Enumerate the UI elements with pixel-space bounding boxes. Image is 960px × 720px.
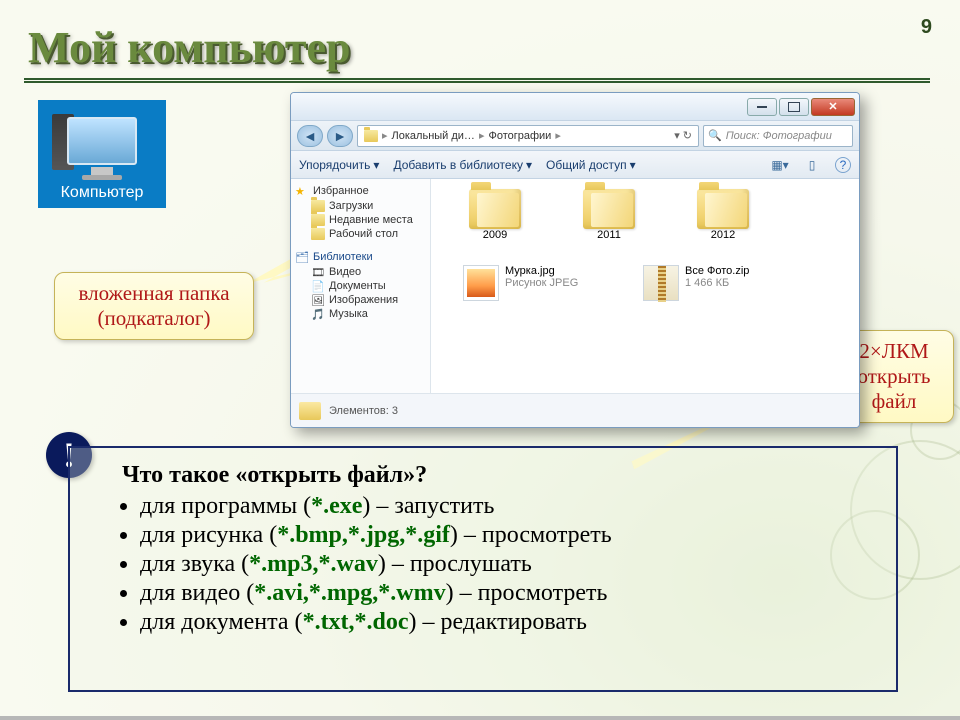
documents-icon: 📄 <box>311 280 325 292</box>
title-underline <box>24 78 930 83</box>
breadcrumb-sep: ▸ <box>382 129 388 142</box>
page-number: 9 <box>921 16 932 39</box>
folder-icon <box>299 402 321 420</box>
pictures-icon: 🖼 <box>311 294 325 306</box>
folder-item[interactable]: 2009 <box>463 189 527 241</box>
folder-icon <box>469 189 521 229</box>
monitor-base <box>82 175 122 180</box>
search-input[interactable]: 🔍 Поиск: Фотографии <box>703 125 853 147</box>
note-item: для видео (*.avi,*.mpg,*.wmv) – просмотр… <box>140 580 880 607</box>
callout-line: 2×ЛКМ <box>849 339 939 364</box>
file-item-archive[interactable]: Все Фото.zip 1 466 КБ <box>643 265 793 301</box>
chevron-down-icon: ▾ <box>526 158 532 172</box>
file-desc: Рисунок JPEG <box>505 277 578 289</box>
file-name: Все Фото.zip <box>685 265 749 277</box>
chevron-down-icon: ▾ <box>373 158 379 172</box>
nav-back-button[interactable]: ◄ <box>297 125 323 147</box>
note-item: для документа (*.txt,*.doc) – редактиров… <box>140 609 880 636</box>
close-button[interactable] <box>811 98 855 116</box>
folder-label: 2009 <box>483 229 507 241</box>
note-list: для программы (*.exe) – запустить для ри… <box>140 493 880 636</box>
callout-line: (подкаталог) <box>69 306 239 331</box>
chevron-down-icon: ▾ <box>630 158 636 172</box>
computer-icon-label: Компьютер <box>61 184 144 202</box>
callout-line: файл <box>849 389 939 414</box>
sidebar-favorites-header[interactable]: ★Избранное <box>295 185 426 197</box>
view-mode-icon[interactable]: ▦▾ <box>771 157 789 173</box>
music-icon: 🎵 <box>311 308 325 320</box>
note-question: Что такое «открыть файл»? <box>122 462 880 489</box>
toolbar-organize[interactable]: Упорядочить▾ <box>299 158 379 172</box>
minimize-button[interactable] <box>747 98 777 116</box>
breadcrumb[interactable]: ▸ Локальный ди… ▸ Фотографии ▸ ▾ ↻ <box>357 125 699 147</box>
maximize-button[interactable] <box>779 98 809 116</box>
status-bar: Элементов: 3 <box>291 393 859 427</box>
search-icon: 🔍 <box>708 129 722 142</box>
monitor-stand <box>91 167 113 175</box>
breadcrumb-sep: ▸ <box>555 129 561 142</box>
note-item: для программы (*.exe) – запустить <box>140 493 880 520</box>
zip-file-icon <box>643 265 679 301</box>
callout-line: вложенная папка <box>69 281 239 306</box>
toolbar-share[interactable]: Общий доступ▾ <box>546 158 636 172</box>
sidebar-item-music[interactable]: 🎵Музыка <box>295 307 426 321</box>
breadcrumb-dropdown-icon[interactable]: ▾ ↻ <box>674 129 692 142</box>
computer-desktop-icon[interactable]: Компьютер <box>38 100 166 208</box>
toolbar: Упорядочить▾ Добавить в библиотеку▾ Общи… <box>291 151 859 179</box>
folder-icon <box>311 228 325 240</box>
status-text: Элементов: 3 <box>329 405 398 417</box>
address-bar: ◄ ► ▸ Локальный ди… ▸ Фотографии ▸ ▾ ↻ 🔍… <box>291 121 859 151</box>
breadcrumb-drive[interactable]: Локальный ди… <box>392 130 475 142</box>
folder-item[interactable]: 2011 <box>577 189 641 241</box>
note-item: для звука (*.mp3,*.wav) – прослушать <box>140 551 880 578</box>
breadcrumb-sep: ▸ <box>479 129 485 142</box>
star-icon: ★ <box>295 185 309 197</box>
folder-label: 2011 <box>597 229 621 241</box>
explorer-sidebar: ★Избранное Загрузки Недавние места Рабоч… <box>291 179 431 393</box>
sidebar-item-documents[interactable]: 📄Документы <box>295 279 426 293</box>
note-item: для рисунка (*.bmp,*.jpg,*.gif) – просмо… <box>140 522 880 549</box>
libraries-icon: 🗂 <box>295 251 309 263</box>
file-name: Мурка.jpg <box>505 265 578 277</box>
folder-label: 2012 <box>711 229 735 241</box>
window-titlebar[interactable] <box>291 93 859 121</box>
sidebar-item-desktop[interactable]: Рабочий стол <box>295 227 426 241</box>
note-box: Что такое «открыть файл»? для программы … <box>68 446 898 692</box>
drive-icon <box>364 130 378 142</box>
callout-subfolder: вложенная папка (подкаталог) <box>54 272 254 340</box>
preview-pane-icon[interactable]: ▯ <box>803 157 821 173</box>
file-item-image[interactable]: Мурка.jpg Рисунок JPEG <box>463 265 613 301</box>
slide-title: Мой компьютер <box>28 22 350 73</box>
search-placeholder: Поиск: Фотографии <box>726 130 832 142</box>
sidebar-item-video[interactable]: 🎞Видео <box>295 265 426 279</box>
explorer-body: ★Избранное Загрузки Недавние места Рабоч… <box>291 179 859 393</box>
slide-bottom-border <box>0 716 960 720</box>
nav-forward-button[interactable]: ► <box>327 125 353 147</box>
folder-icon <box>583 189 635 229</box>
folder-item[interactable]: 2012 <box>691 189 755 241</box>
explorer-window: ◄ ► ▸ Локальный ди… ▸ Фотографии ▸ ▾ ↻ 🔍… <box>290 92 860 428</box>
video-icon: 🎞 <box>311 266 325 278</box>
computer-monitor-icon <box>67 117 137 165</box>
callout-line: открыть <box>849 364 939 389</box>
file-desc: 1 466 КБ <box>685 277 749 289</box>
sidebar-libraries-header[interactable]: 🗂Библиотеки <box>295 251 426 263</box>
folder-icon <box>697 189 749 229</box>
image-file-icon <box>463 265 499 301</box>
explorer-content[interactable]: 2009 2011 2012 Мурка.jpg Рисунок JPEG Вс… <box>431 179 859 393</box>
sidebar-item-pictures[interactable]: 🖼Изображения <box>295 293 426 307</box>
breadcrumb-folder[interactable]: Фотографии <box>488 130 551 142</box>
toolbar-add-library[interactable]: Добавить в библиотеку▾ <box>393 158 532 172</box>
help-icon[interactable]: ? <box>835 157 851 173</box>
